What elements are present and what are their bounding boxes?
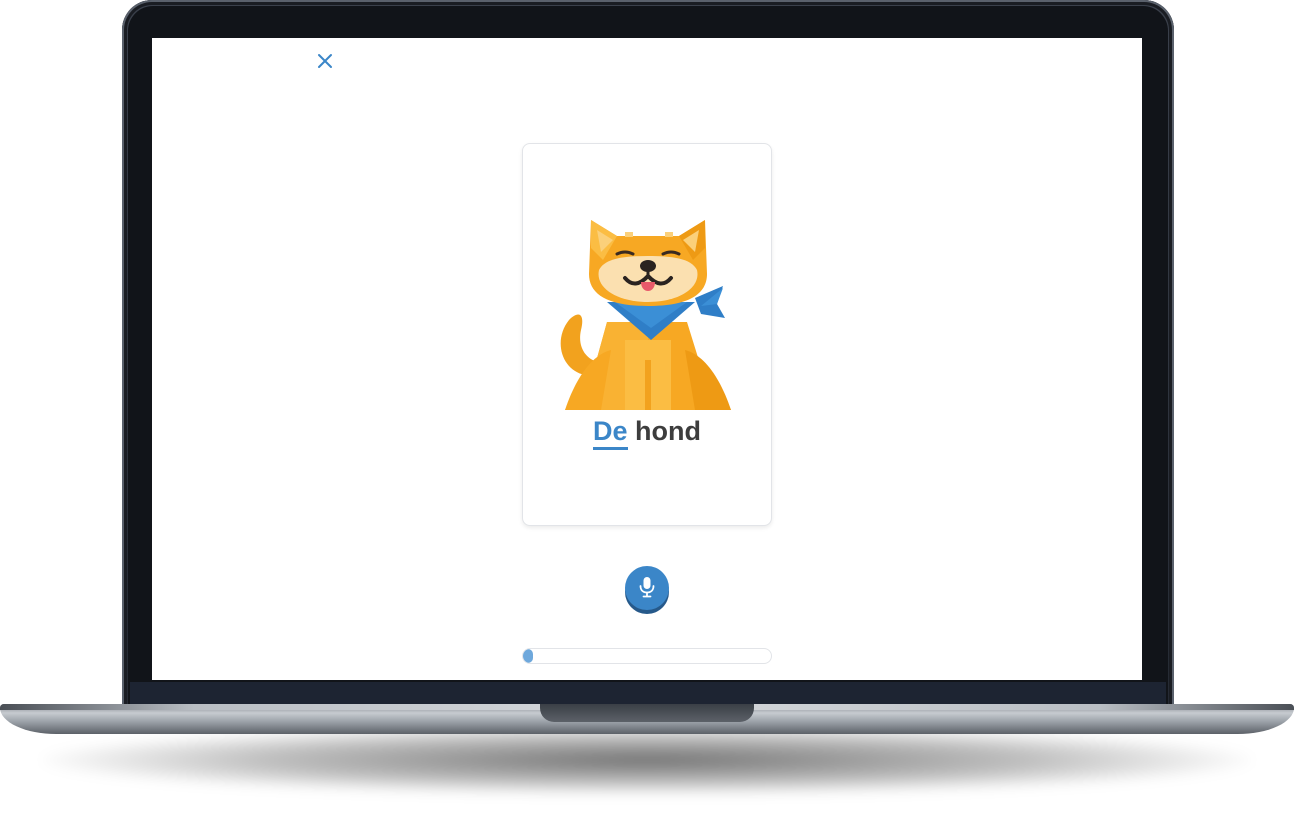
app-screen: De hond (152, 38, 1142, 680)
close-icon (318, 54, 332, 68)
close-button[interactable] (314, 50, 336, 72)
microphone-button[interactable] (625, 566, 669, 610)
word-noun: hond (635, 416, 701, 446)
laptop-notch (540, 704, 754, 722)
laptop-mockup: De hond (0, 0, 1294, 814)
dog-illustration (560, 220, 731, 410)
lesson-progress-fill (523, 649, 533, 663)
flashcard: De hond (522, 143, 772, 526)
word-article: De (592, 416, 628, 450)
microphone-icon (639, 577, 655, 598)
laptop-bezel-bottom (130, 682, 1166, 706)
flashcard-word: De hond (523, 416, 771, 450)
laptop-shadow (40, 725, 1254, 795)
lesson-progress-bar (522, 648, 772, 664)
